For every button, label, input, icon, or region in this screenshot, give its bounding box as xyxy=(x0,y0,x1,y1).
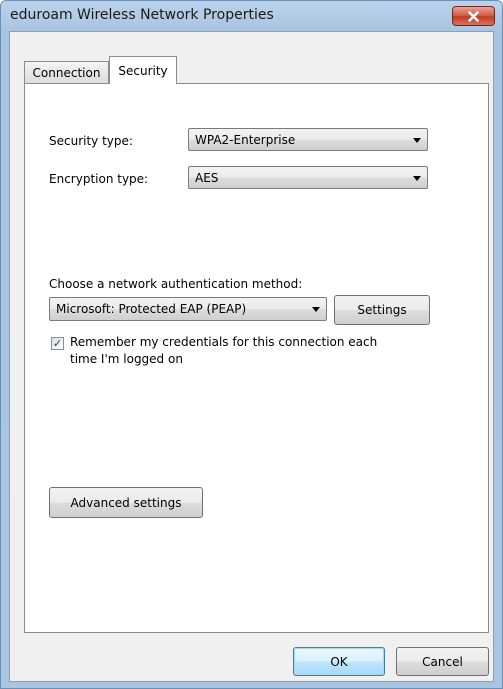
remember-credentials-checkbox[interactable]: ✓ xyxy=(51,337,64,350)
close-icon xyxy=(468,10,479,22)
dialog-window: eduroam Wireless Network Properties Conn… xyxy=(0,0,503,689)
close-button[interactable] xyxy=(452,6,495,26)
tab-connection-label: Connection xyxy=(32,65,101,80)
auth-method-dropdown[interactable]: Microsoft: Protected EAP (PEAP) xyxy=(49,297,327,321)
chevron-down-icon xyxy=(413,175,421,181)
auth-method-label: Choose a network authentication method: xyxy=(49,277,303,291)
settings-button-label: Settings xyxy=(357,303,407,317)
chevron-down-icon xyxy=(312,307,320,312)
advanced-settings-button[interactable]: Advanced settings xyxy=(49,487,203,518)
cancel-button[interactable]: Cancel xyxy=(396,647,489,676)
remember-credentials-label-line2: time I'm logged on xyxy=(70,352,183,366)
encryption-type-value: AES xyxy=(195,170,219,185)
tab-security-label: Security xyxy=(118,63,168,78)
advanced-settings-button-label: Advanced settings xyxy=(70,495,182,510)
cancel-button-label: Cancel xyxy=(422,654,463,669)
window-title: eduroam Wireless Network Properties xyxy=(10,7,274,23)
encryption-type-dropdown[interactable]: AES xyxy=(188,166,428,189)
checkmark-icon: ✓ xyxy=(52,337,63,350)
tab-security[interactable]: Security xyxy=(109,56,177,84)
security-type-value: WPA2-Enterprise xyxy=(195,132,296,147)
tab-connection[interactable]: Connection xyxy=(24,61,109,83)
auth-method-value: Microsoft: Protected EAP (PEAP) xyxy=(56,302,247,316)
security-type-label: Security type: xyxy=(49,134,133,148)
ok-button-label: OK xyxy=(330,654,348,669)
settings-button[interactable]: Settings xyxy=(334,295,430,325)
remember-credentials-label-line1: Remember my credentials for this connect… xyxy=(70,335,378,349)
encryption-type-label: Encryption type: xyxy=(49,172,149,186)
security-type-dropdown[interactable]: WPA2-Enterprise xyxy=(188,128,428,151)
ok-button[interactable]: OK xyxy=(293,647,385,676)
title-bar[interactable]: eduroam Wireless Network Properties xyxy=(1,1,502,31)
chevron-down-icon xyxy=(413,137,421,143)
